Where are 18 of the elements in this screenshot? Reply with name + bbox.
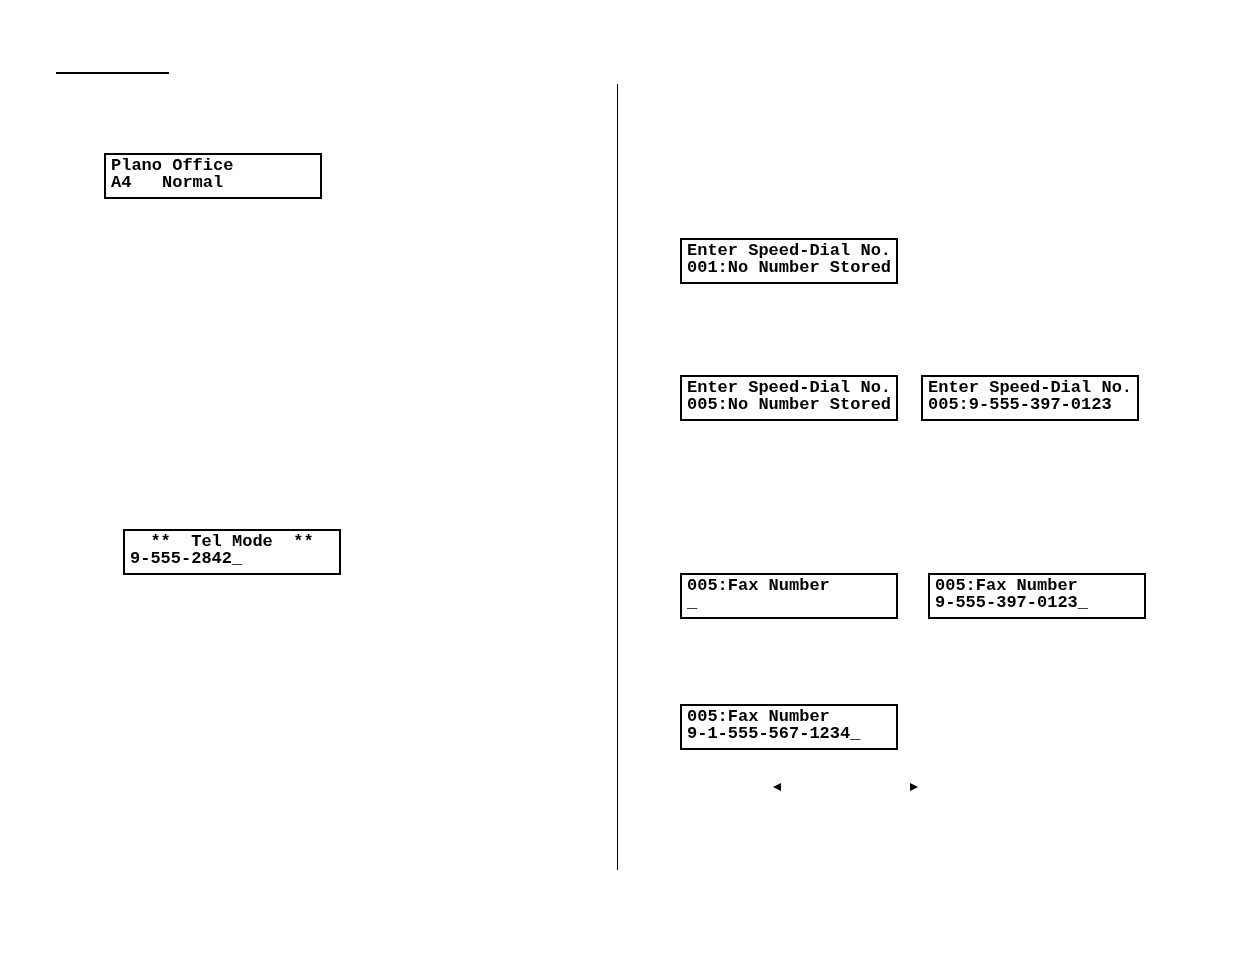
- display-text: Enter Speed-Dial No.: [687, 242, 892, 259]
- left-triangle-icon: [773, 783, 781, 791]
- display-text: 9-555-2842_: [130, 550, 243, 567]
- display-text: 005:No Number Stored: [687, 396, 892, 413]
- display-text: 005:Fax Number: [935, 577, 1078, 594]
- display-text: Plano Office: [111, 157, 234, 174]
- display-text: 9-1-555-567-1234_: [687, 725, 861, 742]
- display-text: 001:No Number Stored: [687, 259, 892, 276]
- display-text: 005:Fax Number: [687, 708, 830, 725]
- display-text: Enter Speed-Dial No.: [687, 379, 892, 396]
- display-text: 9-555-397-0123_: [935, 594, 1089, 611]
- display-text: A4 Normal: [111, 174, 224, 191]
- display-text: _: [687, 594, 698, 611]
- display-text: 005:9-555-397-0123: [928, 396, 1112, 413]
- display-text: ** Tel Mode **: [149, 533, 314, 550]
- right-triangle-icon: [910, 783, 918, 791]
- display-text: Enter Speed-Dial No.: [928, 379, 1133, 396]
- display-text: 005:Fax Number: [687, 577, 830, 594]
